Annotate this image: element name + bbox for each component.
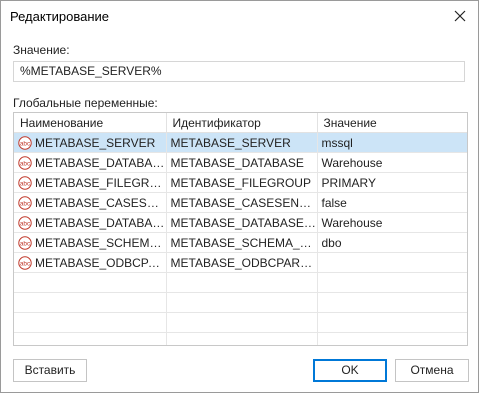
- global-variables-grid: Наименование Идентификатор Значение abc M…: [13, 112, 468, 346]
- abc-text-icon: abc: [18, 195, 32, 210]
- cell-name[interactable]: abc METABASE_SCHEMA_...: [14, 232, 167, 253]
- empty-row: [14, 272, 467, 293]
- svg-text:abc: abc: [20, 240, 31, 247]
- empty-cell: [14, 332, 167, 345]
- empty-row: [14, 332, 467, 345]
- empty-row: [14, 312, 467, 333]
- grid-header: Наименование Идентификатор Значение: [14, 113, 467, 133]
- cell-name[interactable]: abc METABASE_DATABASE...: [14, 212, 167, 233]
- abc-text-icon: abc: [18, 155, 32, 170]
- variable-value: Warehouse: [321, 155, 383, 170]
- empty-cell: [317, 272, 467, 293]
- empty-row: [14, 292, 467, 313]
- cell-identifier[interactable]: METABASE_DATABASE_ONLY: [166, 212, 318, 233]
- svg-text:abc: abc: [20, 180, 31, 187]
- close-icon: [454, 10, 466, 22]
- cell-name[interactable]: abc METABASE_FILEGROUP: [14, 172, 167, 193]
- edit-dialog: Редактирование Значение: %METABASE_SERVE…: [0, 0, 479, 393]
- cell-value[interactable]: dbo: [317, 232, 467, 253]
- cell-value[interactable]: [317, 252, 467, 273]
- empty-cell: [14, 312, 167, 333]
- table-row[interactable]: abc METABASE_SERVER METABASE_SERVER mssql: [14, 132, 467, 153]
- svg-text:abc: abc: [20, 260, 31, 267]
- abc-text-icon: abc: [18, 175, 32, 190]
- abc-text-icon: abc: [18, 135, 32, 150]
- svg-text:abc: abc: [20, 200, 31, 207]
- column-header-name[interactable]: Наименование: [14, 113, 167, 133]
- cell-identifier[interactable]: METABASE_SERVER: [166, 132, 318, 153]
- abc-text-icon: abc: [18, 215, 32, 230]
- cell-value[interactable]: mssql: [317, 132, 467, 153]
- empty-cell: [166, 272, 318, 293]
- variable-identifier: METABASE_FILEGROUP: [170, 175, 311, 190]
- cell-identifier[interactable]: METABASE_DATABASE: [166, 152, 318, 173]
- variable-name: METABASE_CASESENS...: [35, 195, 165, 210]
- cell-identifier[interactable]: METABASE_CASESENSITIVE: [166, 192, 318, 213]
- variable-name: METABASE_SERVER: [35, 135, 156, 150]
- abc-text-icon: abc: [18, 255, 32, 270]
- variable-name: METABASE_FILEGROUP: [35, 175, 166, 190]
- column-header-identifier[interactable]: Идентификатор: [166, 113, 318, 133]
- cell-identifier[interactable]: METABASE_FILEGROUP: [166, 172, 318, 193]
- empty-cell: [14, 272, 167, 293]
- cell-name[interactable]: abc METABASE_ODBCPAR...: [14, 252, 167, 273]
- dialog-title: Редактирование: [10, 9, 110, 24]
- column-header-value[interactable]: Значение: [317, 113, 467, 133]
- cell-name[interactable]: abc METABASE_DATABASE: [14, 152, 167, 173]
- cell-value[interactable]: false: [317, 192, 467, 213]
- title-bar: Редактирование: [1, 1, 478, 32]
- value-label: Значение:: [13, 43, 70, 57]
- abc-text-icon: abc: [18, 235, 32, 250]
- table-row[interactable]: abc METABASE_FILEGROUP METABASE_FILEGROUP P…: [14, 172, 467, 193]
- cell-value[interactable]: Warehouse: [317, 152, 467, 173]
- variable-value: Warehouse: [321, 215, 383, 230]
- cell-value[interactable]: Warehouse: [317, 212, 467, 233]
- variable-name: METABASE_DATABASE: [35, 155, 166, 170]
- empty-cell: [317, 312, 467, 333]
- variable-identifier: METABASE_SERVER: [170, 135, 291, 150]
- table-row[interactable]: abc METABASE_SCHEMA_... METABASE_SCHEMA_ON…: [14, 232, 467, 253]
- empty-cell: [317, 332, 467, 345]
- empty-cell: [14, 292, 167, 313]
- value-input[interactable]: %METABASE_SERVER%: [13, 61, 465, 82]
- variable-value: false: [321, 195, 347, 210]
- cell-identifier[interactable]: METABASE_SCHEMA_ONLY: [166, 232, 318, 253]
- cell-name[interactable]: abc METABASE_CASESENS...: [14, 192, 167, 213]
- variable-identifier: METABASE_DATABASE_ONLY: [170, 215, 317, 230]
- svg-text:abc: abc: [20, 220, 31, 227]
- variable-identifier: METABASE_DATABASE: [170, 155, 304, 170]
- variable-value: PRIMARY: [321, 175, 376, 190]
- variable-identifier: METABASE_SCHEMA_ONLY: [170, 235, 317, 250]
- variable-identifier: METABASE_ODBCPARAMS: [170, 255, 317, 270]
- variable-name: METABASE_DATABASE...: [35, 215, 166, 230]
- empty-cell: [166, 332, 318, 345]
- ok-button[interactable]: OK: [313, 359, 387, 382]
- cell-name[interactable]: abc METABASE_SERVER: [14, 132, 167, 153]
- empty-cell: [317, 292, 467, 313]
- empty-cell: [166, 312, 318, 333]
- table-row[interactable]: abc METABASE_DATABASE... METABASE_DATABASE…: [14, 212, 467, 233]
- cell-value[interactable]: PRIMARY: [317, 172, 467, 193]
- svg-text:abc: abc: [20, 160, 31, 167]
- variable-name: METABASE_ODBCPAR...: [35, 255, 166, 270]
- insert-button[interactable]: Вставить: [13, 359, 87, 382]
- variable-value: dbo: [321, 235, 342, 250]
- variable-identifier: METABASE_CASESENSITIVE: [170, 195, 317, 210]
- global-variables-label: Глобальные переменные:: [13, 96, 158, 110]
- table-row[interactable]: abc METABASE_CASESENS... METABASE_CASESENS…: [14, 192, 467, 213]
- variable-name: METABASE_SCHEMA_...: [35, 235, 166, 250]
- cancel-button[interactable]: Отмена: [395, 359, 469, 382]
- close-button[interactable]: [446, 3, 474, 29]
- svg-text:abc: abc: [20, 140, 31, 147]
- cell-identifier[interactable]: METABASE_ODBCPARAMS: [166, 252, 318, 273]
- table-row[interactable]: abc METABASE_ODBCPAR... METABASE_ODBCPARAM…: [14, 252, 467, 273]
- empty-cell: [166, 292, 318, 313]
- variable-value: mssql: [321, 135, 353, 150]
- table-row[interactable]: abc METABASE_DATABASE METABASE_DATABASE War…: [14, 152, 467, 173]
